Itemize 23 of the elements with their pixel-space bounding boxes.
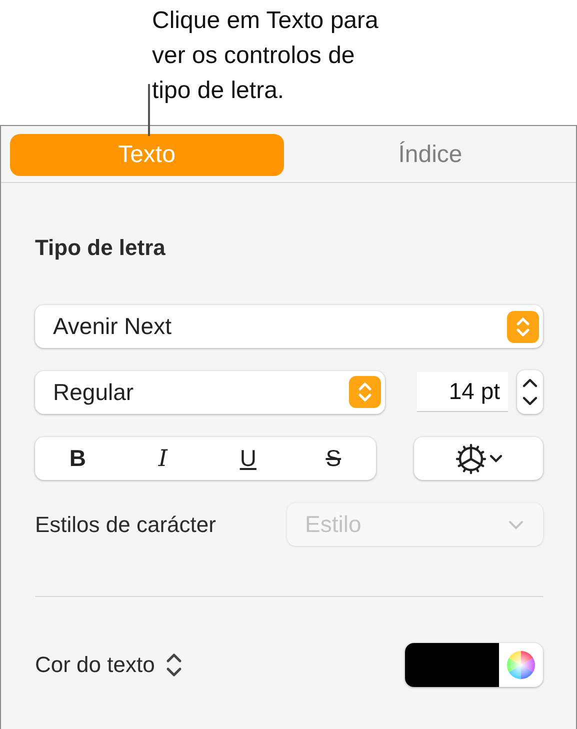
font-family-popup[interactable]: Avenir Next — [35, 305, 543, 348]
text-style-button[interactable]: B — [35, 437, 120, 480]
text-style-button[interactable]: I — [120, 437, 206, 480]
color-well[interactable] — [405, 643, 543, 687]
text-style-button[interactable]: S — [290, 437, 376, 480]
field-label: Cor do texto — [35, 652, 155, 678]
field-label: Estilos de carácter — [35, 512, 216, 538]
tab[interactable]: Índice — [294, 134, 567, 176]
gear-icon — [454, 442, 486, 474]
section-heading: Tipo de letra — [35, 235, 166, 261]
updown-icon — [507, 310, 539, 342]
size-stepper[interactable] — [517, 370, 543, 414]
chevron-icon — [488, 454, 502, 464]
options-button[interactable] — [414, 437, 543, 480]
leader-line — [148, 84, 150, 136]
color-wheel-icon[interactable] — [506, 650, 536, 680]
updown-icon — [349, 376, 381, 408]
callout-text: Clique em Texto para ver os controlos de tipo de letra. — [152, 6, 380, 106]
chevron-icon — [507, 518, 525, 530]
text-style-button[interactable]: U — [206, 437, 291, 480]
updown-icon[interactable] — [164, 651, 183, 679]
typeface-popup[interactable]: Regular — [35, 370, 385, 414]
size-field[interactable]: 14 pt — [417, 372, 508, 412]
